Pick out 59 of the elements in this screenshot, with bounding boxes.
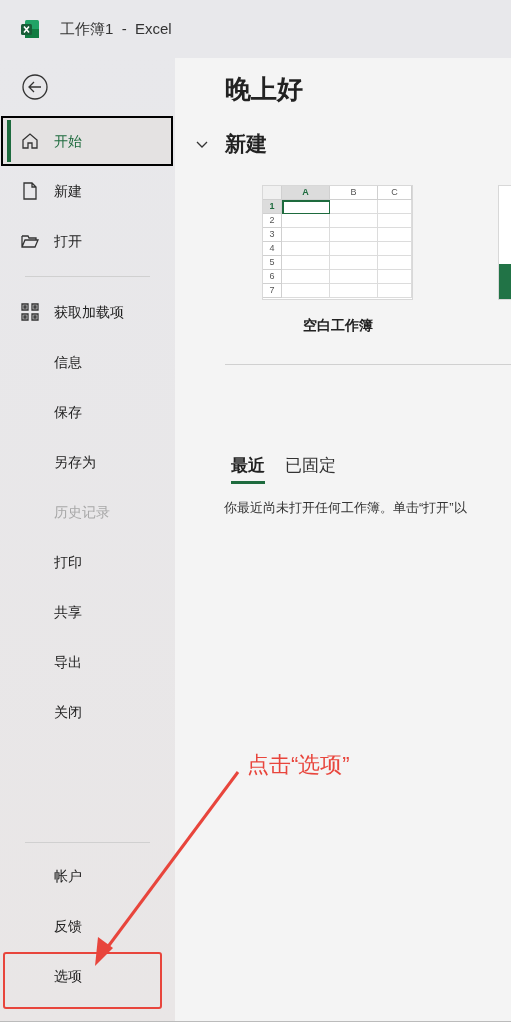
sidebar-item[interactable]: 选项: [1, 951, 173, 1001]
spreadsheet-cell: [282, 241, 330, 256]
sidebar-item[interactable]: 新建: [1, 166, 173, 216]
sidebar-item[interactable]: 信息: [1, 337, 173, 387]
spreadsheet-cell: [282, 283, 330, 298]
sidebar-item[interactable]: 帐户: [1, 851, 173, 901]
column-header: B: [330, 185, 378, 200]
document-icon: [20, 181, 40, 201]
home-icon: [20, 131, 40, 151]
sidebar-item[interactable]: 另存为: [1, 437, 173, 487]
excel-logo-icon: [20, 19, 40, 39]
spreadsheet-cell: [282, 213, 330, 228]
spreadsheet-cell: [330, 241, 378, 256]
sidebar-item[interactable]: 获取加载项: [1, 287, 173, 337]
spreadsheet-cell: [378, 283, 412, 298]
spreadsheet-cell: [378, 255, 412, 270]
spreadsheet-cell: [378, 269, 412, 284]
row-header: 6: [263, 269, 282, 284]
grid-icon: [20, 302, 40, 322]
template-label: 空白工作簿: [302, 315, 373, 335]
spreadsheet-cell: [330, 269, 378, 284]
sidebar-item[interactable]: 导出: [1, 637, 173, 687]
tab[interactable]: 已固定: [285, 452, 336, 484]
row-header: 5: [263, 255, 282, 270]
annotation-text: 点击“选项”: [247, 751, 350, 779]
spreadsheet-cell: [330, 213, 378, 228]
sidebar-item[interactable]: 打开: [1, 216, 173, 266]
blank-workbook-thumbnail[interactable]: A B C 1 2 3 4 5 6 7: [262, 184, 413, 300]
spreadsheet-cell: [282, 227, 330, 242]
selection-bar: [7, 120, 11, 162]
row-header: 2: [263, 213, 282, 228]
empty-recent-message: 你最近尚未打开任何工作簿。单击“打开”以: [224, 499, 468, 517]
section-title: 新建: [225, 131, 267, 157]
tab[interactable]: 最近: [231, 452, 265, 484]
spreadsheet-cell: [378, 227, 412, 242]
spreadsheet-cell: [378, 213, 412, 228]
sidebar-item[interactable]: 反馈: [1, 901, 173, 951]
sidebar-item[interactable]: 共享: [1, 587, 173, 637]
row-header: 3: [263, 227, 282, 242]
spreadsheet-cell: [282, 255, 330, 270]
spreadsheet-cell: [282, 199, 330, 214]
row-header: 7: [263, 283, 282, 298]
spreadsheet-cell: [378, 241, 412, 256]
spreadsheet-cell: [330, 283, 378, 298]
spreadsheet-cell: [330, 227, 378, 242]
spreadsheet-cell: [378, 199, 412, 214]
spreadsheet-cell: [282, 269, 330, 284]
greeting: 晚上好: [225, 73, 304, 106]
window-title: 工作簿1 - Excel: [60, 18, 172, 39]
spreadsheet-cell: [330, 255, 378, 270]
sidebar-item[interactable]: 关闭: [1, 687, 173, 737]
column-header: C: [378, 185, 412, 200]
spreadsheet-cell: [330, 199, 378, 214]
sidebar-item[interactable]: 保存: [1, 387, 173, 437]
sidebar-item[interactable]: 打印: [1, 537, 173, 587]
row-header: 4: [263, 241, 282, 256]
corner-cell: [263, 185, 282, 200]
column-header: A: [282, 185, 330, 200]
sidebar-item[interactable]: 开始: [1, 116, 173, 166]
